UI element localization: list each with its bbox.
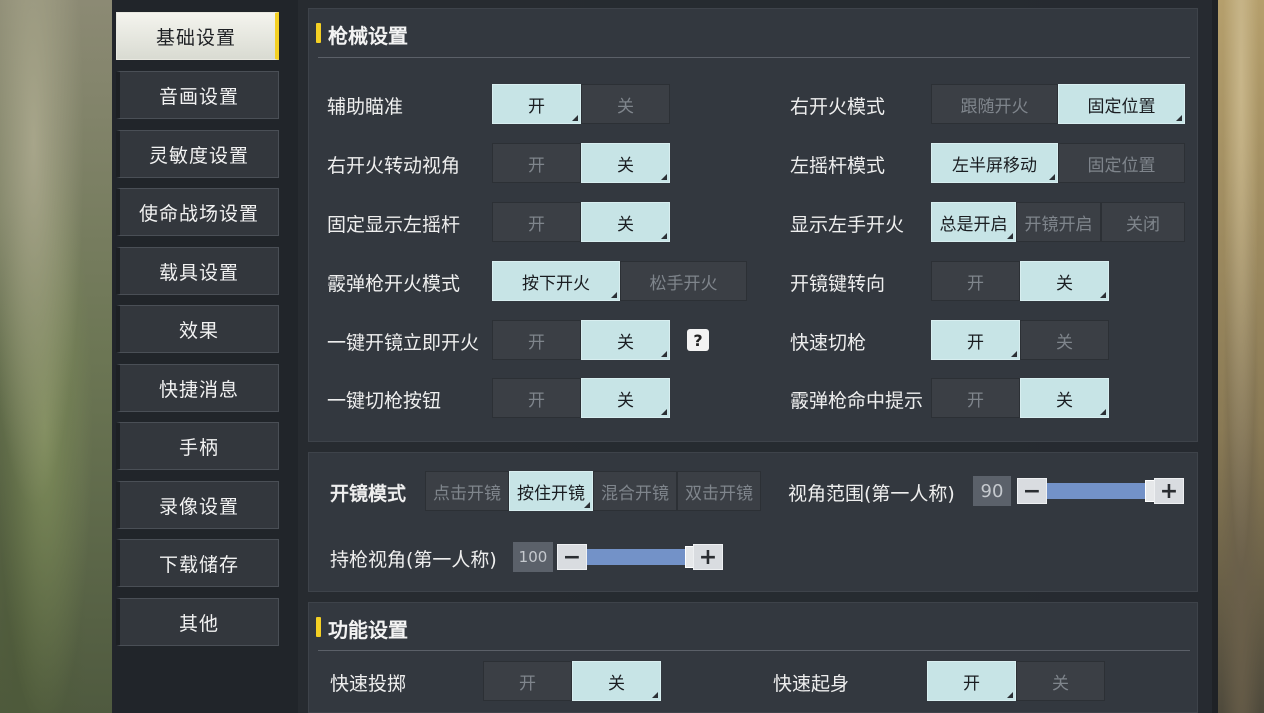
gun-left-0-option-0[interactable]: 开 [492, 84, 581, 124]
gun-left-5-option-0[interactable]: 开 [492, 378, 581, 418]
gun-right-4-option-0[interactable]: 开 [931, 320, 1020, 360]
scope-mode-option-3[interactable]: 双击开镜 [677, 471, 761, 511]
gun-left-1-option-1[interactable]: 关 [581, 143, 670, 183]
background-scenery-right [1218, 0, 1264, 713]
sidebar-item-1[interactable]: 音画设置 [116, 71, 279, 119]
sidebar-item-6[interactable]: 快捷消息 [116, 364, 279, 412]
sidebar-item-8[interactable]: 录像设置 [116, 481, 279, 529]
gun-right-4-option-1[interactable]: 关 [1020, 320, 1109, 360]
sidebar-item-3[interactable]: 使命战场设置 [116, 188, 279, 236]
section-marker-icon [316, 23, 321, 43]
sidebar-item-2[interactable]: 灵敏度设置 [116, 130, 279, 178]
gun-right-1-option-1[interactable]: 固定位置 [1058, 143, 1185, 183]
scope-mode-option-0[interactable]: 点击开镜 [425, 471, 509, 511]
gun-right-label-5: 霰弹枪命中提示 [790, 390, 924, 412]
fov-plus-button[interactable]: + [1154, 478, 1184, 504]
sidebar-item-9[interactable]: 下载储存 [116, 539, 279, 587]
scope-mode-label: 开镜模式 [330, 483, 407, 505]
gun-right-2-option-0[interactable]: 总是开启 [931, 202, 1016, 242]
gun-right-label-0: 右开火模式 [790, 96, 886, 118]
fov-minus-button[interactable]: − [1017, 478, 1047, 504]
gun-settings-title: 枪械设置 [328, 24, 408, 48]
func-1-option-0[interactable]: 开 [927, 661, 1016, 701]
func-0-option-0[interactable]: 开 [483, 661, 572, 701]
gun-left-1-option-0[interactable]: 开 [492, 143, 581, 183]
gun-left-label-2: 固定显示左摇杆 [327, 214, 461, 236]
gun-right-2-option-1[interactable]: 开镜开启 [1016, 202, 1101, 242]
func-1-option-1[interactable]: 关 [1016, 661, 1105, 701]
scrollbar[interactable] [1212, 0, 1218, 713]
function-settings-title: 功能设置 [328, 618, 408, 642]
sidebar-item-0[interactable]: 基础设置 [116, 12, 279, 60]
gun-left-2-option-1[interactable]: 关 [581, 202, 670, 242]
func-0-option-1[interactable]: 关 [572, 661, 661, 701]
background-scenery-left [0, 0, 112, 713]
gun-left-label-4: 一键开镜立即开火 [327, 332, 480, 354]
section-marker-icon [316, 617, 321, 637]
sidebar-item-10[interactable]: 其他 [116, 598, 279, 646]
gun-right-0-option-1[interactable]: 固定位置 [1058, 84, 1185, 124]
gun-right-label-1: 左摇杆模式 [790, 155, 886, 177]
sidebar-item-5[interactable]: 效果 [116, 305, 279, 353]
divider [318, 57, 1190, 58]
gun-right-2-option-2[interactable]: 关闭 [1101, 202, 1185, 242]
fov-value: 90 [973, 476, 1011, 506]
hold-view-minus-button[interactable]: − [557, 544, 587, 570]
gun-left-5-option-1[interactable]: 关 [581, 378, 670, 418]
func-label-1: 快速起身 [773, 673, 850, 695]
help-icon[interactable]: ? [687, 329, 709, 351]
gun-left-3-option-1[interactable]: 松手开火 [620, 261, 747, 301]
gun-left-4-option-1[interactable]: 关 [581, 320, 670, 360]
hold-view-label: 持枪视角(第一人称) [330, 549, 497, 571]
gun-right-label-2: 显示左手开火 [790, 214, 905, 236]
hold-view-slider-track[interactable] [587, 549, 691, 565]
gun-left-label-0: 辅助瞄准 [327, 96, 404, 118]
gun-left-3-option-0[interactable]: 按下开火 [492, 261, 620, 301]
hold-view-value: 100 [513, 542, 553, 572]
fov-label: 视角范围(第一人称) [788, 483, 955, 505]
sidebar-item-4[interactable]: 载具设置 [116, 247, 279, 295]
scope-mode-option-1[interactable]: 按住开镜 [509, 471, 593, 511]
fov-slider-track[interactable] [1047, 483, 1151, 499]
gun-left-label-5: 一键切枪按钮 [327, 390, 442, 412]
gun-left-label-1: 右开火转动视角 [327, 155, 461, 177]
gun-left-2-option-0[interactable]: 开 [492, 202, 581, 242]
gun-right-label-4: 快速切枪 [790, 332, 867, 354]
func-label-0: 快速投掷 [330, 673, 407, 695]
gun-right-label-3: 开镜键转向 [790, 273, 886, 295]
gun-right-0-option-0[interactable]: 跟随开火 [931, 84, 1058, 124]
scope-mode-option-2[interactable]: 混合开镜 [593, 471, 677, 511]
gun-right-3-option-1[interactable]: 关 [1020, 261, 1109, 301]
gun-right-5-option-1[interactable]: 关 [1020, 378, 1109, 418]
divider [318, 650, 1190, 651]
hold-view-plus-button[interactable]: + [693, 544, 723, 570]
gun-right-1-option-0[interactable]: 左半屏移动 [931, 143, 1058, 183]
gun-left-4-option-0[interactable]: 开 [492, 320, 581, 360]
gun-right-3-option-0[interactable]: 开 [931, 261, 1020, 301]
gun-left-label-3: 霰弹枪开火模式 [327, 273, 461, 295]
gun-right-5-option-0[interactable]: 开 [931, 378, 1020, 418]
gun-left-0-option-1[interactable]: 关 [581, 84, 670, 124]
sidebar-item-7[interactable]: 手柄 [116, 422, 279, 470]
